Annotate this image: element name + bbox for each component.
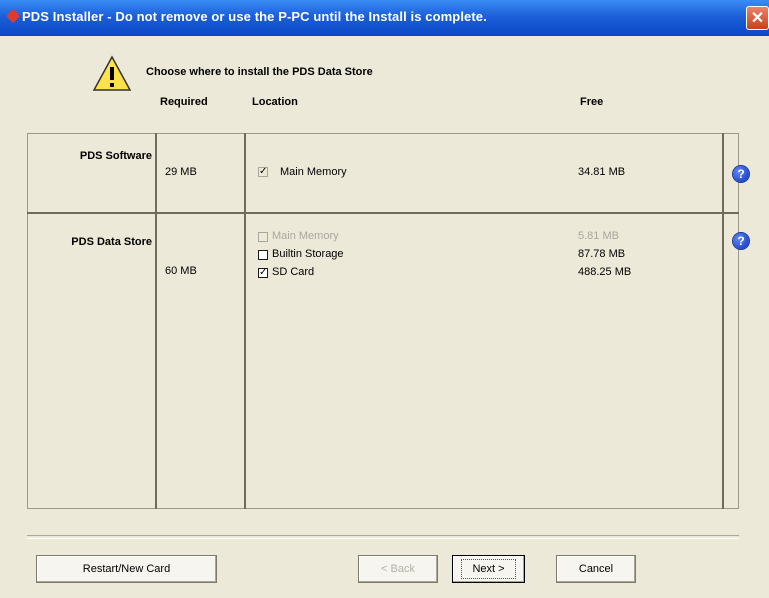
app-icon — [5, 8, 21, 24]
location-label[interactable]: Builtin Storage — [272, 248, 344, 260]
free-space: 488.25 MB — [578, 266, 632, 278]
back-button: < Back — [358, 555, 438, 583]
checkbox-main-memory-software: ✓ — [258, 166, 268, 177]
help-icon[interactable]: ? — [733, 233, 749, 249]
title-bar[interactable]: PDS Installer - Do not remove or use the… — [0, 0, 769, 36]
row-label-pds-software: PDS Software — [79, 150, 152, 162]
column-header-location: Location — [252, 96, 298, 108]
location-label: Main Memory — [280, 166, 347, 178]
help-icon[interactable]: ? — [733, 166, 749, 182]
column-header-free: Free — [580, 96, 604, 108]
checkbox-main-memory — [258, 232, 268, 242]
page-heading: Choose where to install the PDS Data Sto… — [146, 66, 373, 78]
checkbox-builtin-storage[interactable] — [258, 250, 268, 260]
installer-window: PDS Installer - Do not remove or use the… — [0, 0, 769, 598]
required-size: 60 MB — [165, 265, 197, 277]
divider — [244, 133, 246, 509]
cancel-button[interactable]: Cancel — [556, 555, 636, 583]
free-space: 87.78 MB — [578, 248, 626, 260]
window-title: PDS Installer - Do not remove or use the… — [22, 9, 487, 24]
free-space: 34.81 MB — [578, 166, 626, 178]
free-space: 5.81 MB — [578, 230, 619, 242]
close-icon: ✕ — [750, 10, 765, 27]
row-divider — [27, 212, 739, 214]
divider — [722, 133, 724, 509]
location-label[interactable]: SD Card — [272, 266, 314, 278]
checkbox-sd-card[interactable]: ✓ — [258, 268, 268, 278]
row-label-pds-data-store: PDS Data Store — [71, 236, 152, 248]
required-size: 29 MB — [165, 166, 197, 178]
warning-icon — [92, 55, 132, 91]
close-button[interactable]: ✕ — [746, 6, 769, 30]
button-separator — [27, 535, 739, 539]
location-label: Main Memory — [272, 230, 339, 242]
location-table — [27, 133, 739, 509]
restart-new-card-button[interactable]: Restart/New Card — [36, 555, 217, 583]
next-button[interactable]: Next > — [452, 555, 525, 583]
divider — [155, 133, 157, 509]
column-header-required: Required — [160, 96, 208, 108]
